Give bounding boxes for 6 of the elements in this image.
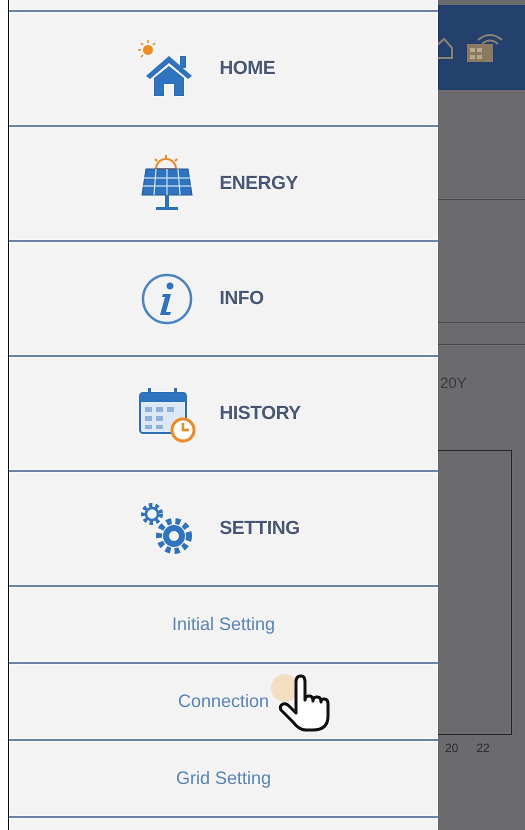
axis-tick-label: 20 [445, 741, 458, 755]
axis-tick-label: 22 [476, 741, 490, 755]
menu-item[interactable]: ENERGY [9, 125, 438, 240]
submenu-item[interactable]: Connection [9, 662, 438, 739]
menu-item[interactable]: HISTORY [9, 355, 438, 470]
house-outline-icon [438, 36, 454, 60]
